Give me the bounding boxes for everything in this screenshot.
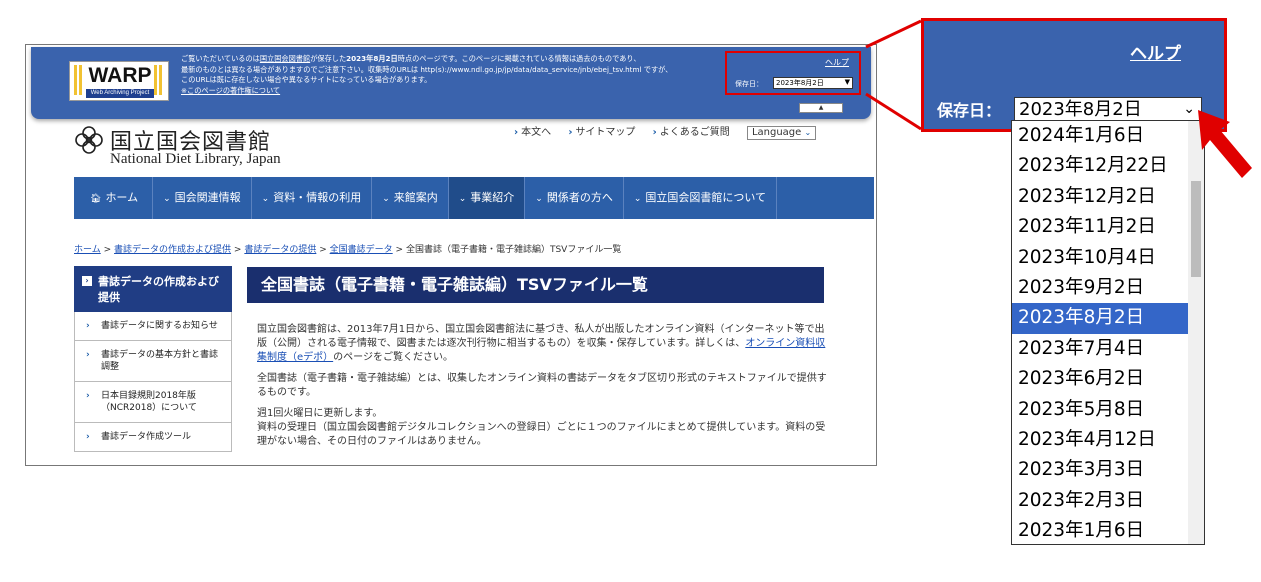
- pointer-arrow-icon: [1198, 110, 1252, 178]
- main-navigation: 🏠︎ ホーム ⌄ 国会関連情報 ⌄ 資料・情報の利用 ⌄ 来館案内 ⌄ 事業紹介 ⌄ 関係者…: [74, 177, 874, 219]
- breadcrumb-separator: >: [103, 245, 112, 255]
- nav-stakeholders[interactable]: ⌄ 関係者の方へ: [525, 177, 624, 219]
- save-date-select-small[interactable]: 2023年8月2日 ▼: [773, 77, 853, 89]
- chevron-down-icon: ⌄: [261, 194, 270, 204]
- date-option[interactable]: 2023年6月2日: [1012, 364, 1188, 394]
- sidebar-item-notices[interactable]: › 書誌データに関するお知らせ: [74, 312, 232, 341]
- home-icon: 🏠︎: [90, 194, 102, 204]
- chevron-right-icon: ›: [86, 391, 90, 401]
- archived-page-screenshot: WARP Web Archiving Project ご覧いただいているのは国立…: [25, 44, 877, 466]
- help-link-small[interactable]: ヘルプ: [825, 57, 849, 68]
- definition-paragraph: 全国書誌（電子書籍・電子雑誌編）とは、収集したオンライン資料の書誌データをタブ区…: [257, 373, 827, 398]
- date-option[interactable]: 2023年2月3日: [1012, 486, 1188, 516]
- collapse-button[interactable]: ▲: [799, 103, 843, 113]
- chevron-down-icon: ⌄: [458, 194, 467, 204]
- sidebar-heading-text: 書誌データの作成および提供: [98, 275, 219, 304]
- archive-notice: ご覧いただいているのは国立国会図書館が保存した2023年8月2日時点のページです…: [181, 54, 741, 96]
- date-option[interactable]: 2023年12月22日: [1012, 151, 1188, 181]
- chevron-down-icon: ⌄: [163, 194, 171, 204]
- util-link-main-content[interactable]: › 本文へ: [514, 127, 551, 138]
- save-date-label: 保存日：: [937, 101, 1002, 120]
- copyright-link[interactable]: ※このページの著作権について: [181, 86, 741, 97]
- date-option[interactable]: 2024年1月6日: [1012, 121, 1188, 151]
- chevron-down-icon: ▼: [844, 78, 850, 86]
- sidebar-heading[interactable]: › 書誌データの作成および提供: [74, 266, 232, 312]
- breadcrumb-national-bib[interactable]: 全国書誌データ: [330, 245, 393, 255]
- chevron-down-icon: ⌄: [633, 194, 642, 204]
- breadcrumb-separator: >: [319, 245, 327, 255]
- sidebar-item-ncr2018[interactable]: › 日本目録規則2018年版（NCR2018）について: [74, 382, 232, 423]
- date-option[interactable]: 2023年7月4日: [1012, 334, 1188, 364]
- chevron-right-icon: ›: [86, 432, 90, 442]
- breadcrumb-current: 全国書誌（電子書籍・電子雑誌編）TSVファイル一覧: [405, 245, 622, 255]
- main-content: 国立国会図書館は、2013年7月1日から、国立国会図書館法に基づき、私人が出版し…: [257, 323, 827, 456]
- nav-projects[interactable]: ⌄ 事業紹介: [448, 177, 526, 219]
- zoomed-warp-controls: ヘルプ 保存日： 2023年8月2日 ⌄: [921, 18, 1227, 132]
- ndl-name-english: National Diet Library, Japan: [110, 151, 281, 167]
- breadcrumb-separator: >: [395, 245, 404, 255]
- breadcrumb-bib-provision[interactable]: 書誌データの提供: [244, 245, 316, 255]
- logo-stripes-right: [154, 65, 164, 95]
- breadcrumb: ホーム > 書誌データの作成および提供 > 書誌データの提供 > 全国書誌データ…: [74, 242, 621, 255]
- nav-home[interactable]: 🏠︎ ホーム: [74, 177, 154, 219]
- warp-header-bar: WARP Web Archiving Project ご覧いただいているのは国立…: [31, 47, 871, 119]
- nav-materials[interactable]: ⌄ 資料・情報の利用: [252, 177, 373, 219]
- save-date-dropdown-list: 2024年1月6日 2023年12月22日 2023年12月2日 2023年11…: [1011, 120, 1205, 545]
- notice-text: が保存した: [310, 54, 347, 63]
- util-link-sitemap[interactable]: › サイトマップ: [568, 127, 635, 138]
- archive-date-text: 2023年8月2日: [346, 54, 398, 63]
- update-paragraph: 週1回火曜日に更新します。 資料の受理日（国立国会図書館デジタルコレクションへの登…: [257, 408, 826, 447]
- warp-logo[interactable]: WARP Web Archiving Project: [69, 61, 169, 101]
- date-option[interactable]: 2023年1月6日: [1012, 516, 1188, 544]
- ndl-emblem-icon: [75, 126, 103, 154]
- sidebar: › 書誌データの作成および提供 › 書誌データに関するお知らせ › 書誌データの基本…: [74, 266, 232, 465]
- breadcrumb-separator: >: [233, 245, 242, 255]
- date-option[interactable]: 2023年12月2日: [1012, 182, 1188, 212]
- chevron-down-icon: ⌄: [535, 194, 543, 204]
- breadcrumb-home[interactable]: ホーム: [74, 245, 101, 255]
- date-option[interactable]: 2023年4月12日: [1012, 425, 1188, 455]
- date-option[interactable]: 2023年9月2日: [1012, 273, 1188, 303]
- save-date-selected-value: 2023年8月2日: [1019, 99, 1142, 120]
- help-link[interactable]: ヘルプ: [1130, 39, 1181, 64]
- date-option[interactable]: 2023年8月2日: [1012, 303, 1188, 334]
- warp-logo-subtitle: Web Archiving Project: [86, 89, 154, 98]
- page-title: 全国書誌（電子書籍・電子雑誌編）TSVファイル一覧: [247, 267, 824, 303]
- language-select[interactable]: Language ⌄: [746, 126, 817, 140]
- save-date-value-small: 2023年8月2日: [776, 79, 824, 87]
- date-option[interactable]: 2023年5月8日: [1012, 395, 1188, 425]
- archive-notice-line-2: 最新のものとは異なる場合がありますのでご注意下さい。収集時のURLは http(…: [181, 64, 673, 74]
- arrow-box-icon: ›: [82, 276, 92, 286]
- chevron-down-icon: ⌄: [804, 128, 812, 137]
- nav-visit[interactable]: ⌄ 来館案内: [372, 177, 449, 219]
- archive-notice-line-3: このURLは既に存在しない場合や異なるサイトになっている場合があります。: [181, 75, 432, 84]
- date-option[interactable]: 2023年3月3日: [1012, 455, 1188, 485]
- util-link-faq[interactable]: › よくあるご質問: [653, 127, 730, 138]
- breadcrumb-bib-data[interactable]: 書誌データの作成および提供: [114, 245, 231, 255]
- logo-stripes-left: [74, 65, 84, 95]
- date-option[interactable]: 2023年10月4日: [1012, 243, 1188, 273]
- archive-notice-line-1: ご覧いただいているのは国立国会図書館が保存した2023年8月2日時点のページです…: [181, 54, 741, 65]
- notice-text: 時点のページです。このページに掲載されている情報は過去のものであり、: [397, 54, 641, 63]
- save-date-label-small: 保存日：: [735, 80, 763, 88]
- chevron-right-icon: ›: [86, 321, 90, 331]
- nav-about[interactable]: ⌄ 国立国会図書館について: [624, 177, 778, 219]
- chevron-down-icon: ⌄: [382, 194, 390, 204]
- warp-controls-highlight: ヘルプ 保存日： 2023年8月2日 ▼: [725, 51, 861, 95]
- intro-paragraph: 国立国会図書館は、2013年7月1日から、国立国会図書館法に基づき、私人が出版し…: [257, 324, 826, 363]
- date-option[interactable]: 2023年11月2日: [1012, 212, 1188, 242]
- sidebar-item-tools[interactable]: › 書誌データ作成ツール: [74, 423, 232, 452]
- chevron-right-icon: ›: [86, 350, 90, 360]
- utility-links: › 本文へ › サイトマップ › よくあるご質問 Language ⌄: [514, 123, 817, 140]
- notice-text: ご覧いただいているのは: [181, 54, 260, 63]
- warp-logo-text: WARP: [88, 64, 152, 87]
- sidebar-item-policy[interactable]: › 書誌データの基本方針と書誌調整: [74, 341, 232, 382]
- scrollbar-thumb[interactable]: [1191, 181, 1201, 277]
- nav-diet-info[interactable]: ⌄ 国会関連情報: [153, 177, 252, 219]
- ndl-link[interactable]: 国立国会図書館: [260, 54, 310, 63]
